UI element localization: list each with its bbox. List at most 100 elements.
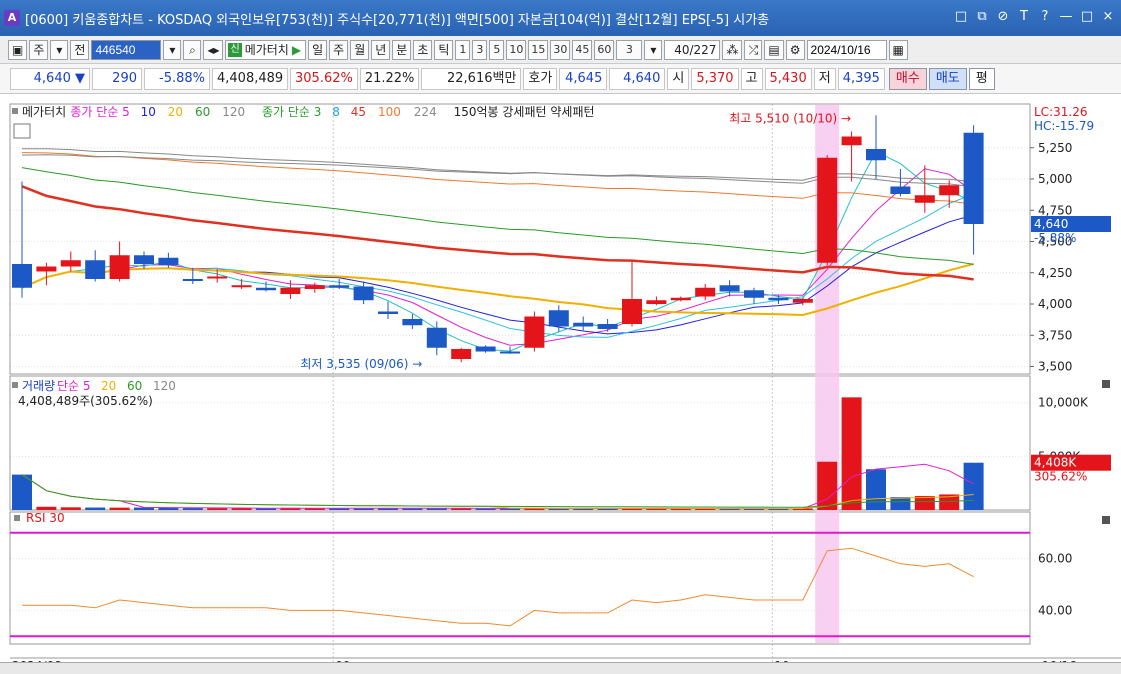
- candle-body: [256, 287, 276, 291]
- hc-label: HC:-15.79: [1034, 119, 1094, 133]
- date-input[interactable]: [806, 39, 887, 60]
- price-legend-item: 20: [168, 105, 183, 119]
- app-icon: A: [4, 10, 20, 26]
- high-price: 5,430: [764, 67, 812, 90]
- period-tab-week[interactable]: 주: [329, 39, 349, 60]
- candle-body: [914, 195, 935, 203]
- volume-bar: [60, 507, 81, 510]
- current-price-tag-label: 4,640: [1034, 217, 1068, 231]
- price-tick-label: 3,750: [1038, 328, 1072, 342]
- interval-1[interactable]: 1: [455, 39, 471, 60]
- prev-button[interactable]: 전: [70, 39, 90, 60]
- grid-toggle-icon: [13, 123, 31, 139]
- low-price: 4,395: [837, 67, 885, 90]
- balance-button[interactable]: 평: [968, 67, 995, 90]
- panel-close-icon: [1102, 516, 1110, 524]
- rsi-tick-label: 60.00: [1038, 552, 1072, 566]
- candle-body: [304, 285, 325, 289]
- period-tab-day[interactable]: 일: [308, 39, 328, 60]
- mode-dropdown-icon[interactable]: ▾: [50, 39, 69, 60]
- candle-body: [939, 185, 960, 196]
- interval-3[interactable]: 3: [472, 39, 488, 60]
- calendar-icon[interactable]: ▦: [888, 39, 908, 60]
- price-tick-label: 4,000: [1038, 297, 1072, 311]
- minimize-icon[interactable]: —: [1059, 9, 1073, 24]
- candle-body: [475, 346, 496, 352]
- volume-bar: [85, 507, 106, 510]
- open-price: 5,370: [691, 67, 739, 90]
- current-pct-label: -5.88%: [1034, 231, 1076, 245]
- interval-dropdown-icon[interactable]: ▾: [644, 39, 663, 60]
- ask-price: 4,645: [559, 67, 608, 90]
- candle-body: [353, 286, 374, 301]
- code-dropdown-icon[interactable]: ▾: [163, 39, 182, 60]
- period-tab-tick[interactable]: 틱: [434, 39, 454, 60]
- candle-body: [890, 186, 911, 194]
- search-icon[interactable]: ⌕: [183, 39, 202, 60]
- stock-chart[interactable]: 5,2505,0004,7504,5004,2504,0003,7503,500…: [0, 94, 1121, 674]
- candle-body: [182, 279, 203, 281]
- current-price-value: 4,640: [33, 70, 71, 86]
- open-label: 시: [667, 67, 690, 90]
- candle-body: [670, 297, 691, 301]
- page-display[interactable]: 40/227: [664, 39, 721, 60]
- current-volume-pct-label: 305.62%: [1034, 470, 1087, 484]
- save-icon[interactable]: ▤: [764, 39, 784, 60]
- chart-toolbar: ▣ 주 ▾ 전 ▾ ⌕ ◂▸ 신메가터치▶ 일 주 월 년 분 초 틱 1 3 …: [0, 36, 1121, 64]
- period-tab-month[interactable]: 월: [350, 39, 370, 60]
- play-icon: ▶: [291, 42, 302, 57]
- candle-body: [866, 149, 886, 161]
- interval-15[interactable]: 15: [528, 39, 549, 60]
- price-tick-label: 5,000: [1038, 172, 1072, 186]
- rsi-legend-label: RSI 30: [26, 511, 65, 525]
- sell-button[interactable]: 매도: [928, 67, 967, 90]
- font-icon[interactable]: T: [1017, 9, 1031, 24]
- price-legend-item: 8: [332, 105, 340, 119]
- maximize-icon[interactable]: □: [1080, 9, 1094, 24]
- ask-label: 호가: [523, 67, 558, 90]
- stock-code-input[interactable]: [91, 39, 162, 60]
- period-tab-minute[interactable]: 분: [392, 39, 412, 60]
- candle-body: [719, 285, 740, 292]
- scroll-bar[interactable]: [0, 662, 1121, 674]
- period-tab-year[interactable]: 년: [371, 39, 391, 60]
- close-icon[interactable]: ×: [1101, 9, 1115, 24]
- candle-body: [12, 264, 32, 288]
- candle-body: [792, 299, 813, 303]
- price-legend-item: 메가터치: [22, 105, 66, 119]
- volume-bar: [841, 397, 862, 510]
- interval-5[interactable]: 5: [489, 39, 505, 60]
- lc-label: LC:31.26: [1034, 105, 1087, 119]
- pin-icon[interactable]: ⊘: [996, 9, 1010, 24]
- interval-45[interactable]: 45: [572, 39, 593, 60]
- rsi-legend-marker: [14, 515, 20, 521]
- screen-menu-icon[interactable]: ▣: [8, 39, 28, 60]
- settings-gear-icon[interactable]: ⚙: [785, 39, 805, 60]
- volume-legend-item: 거래량: [22, 379, 55, 393]
- volume-bar: [231, 508, 252, 510]
- help-icon[interactable]: ?: [1038, 9, 1052, 24]
- turnover-rate: 21.22%: [359, 67, 420, 90]
- indicator-select[interactable]: 신 메가터치 ▶: [225, 39, 307, 60]
- candle-body: [744, 290, 764, 298]
- price-tick-label: 4,750: [1038, 203, 1072, 217]
- period-tab-second[interactable]: 초: [413, 39, 433, 60]
- candle-body: [85, 260, 106, 279]
- buy-button[interactable]: 매수: [888, 67, 927, 90]
- interval-value[interactable]: 3: [616, 39, 643, 60]
- zoom-icon[interactable]: ⁂: [722, 39, 743, 60]
- interval-30[interactable]: 30: [550, 39, 571, 60]
- down-arrow-icon: ▼: [75, 70, 85, 86]
- candle-body: [231, 285, 252, 288]
- compare-icon[interactable]: ⤮: [744, 39, 763, 60]
- candle-body: [622, 299, 642, 324]
- interval-60[interactable]: 60: [594, 39, 615, 60]
- sound-icon[interactable]: ◂▸: [203, 39, 224, 60]
- trade-amount: 22,616백만: [421, 67, 522, 90]
- current-price: 4,640 ▼: [10, 67, 90, 90]
- restore-icon[interactable]: ⧉: [975, 9, 989, 24]
- candle-body: [158, 257, 179, 266]
- interval-10[interactable]: 10: [506, 39, 527, 60]
- layout-icon[interactable]: □: [954, 9, 968, 24]
- mode-select[interactable]: 주: [29, 39, 49, 60]
